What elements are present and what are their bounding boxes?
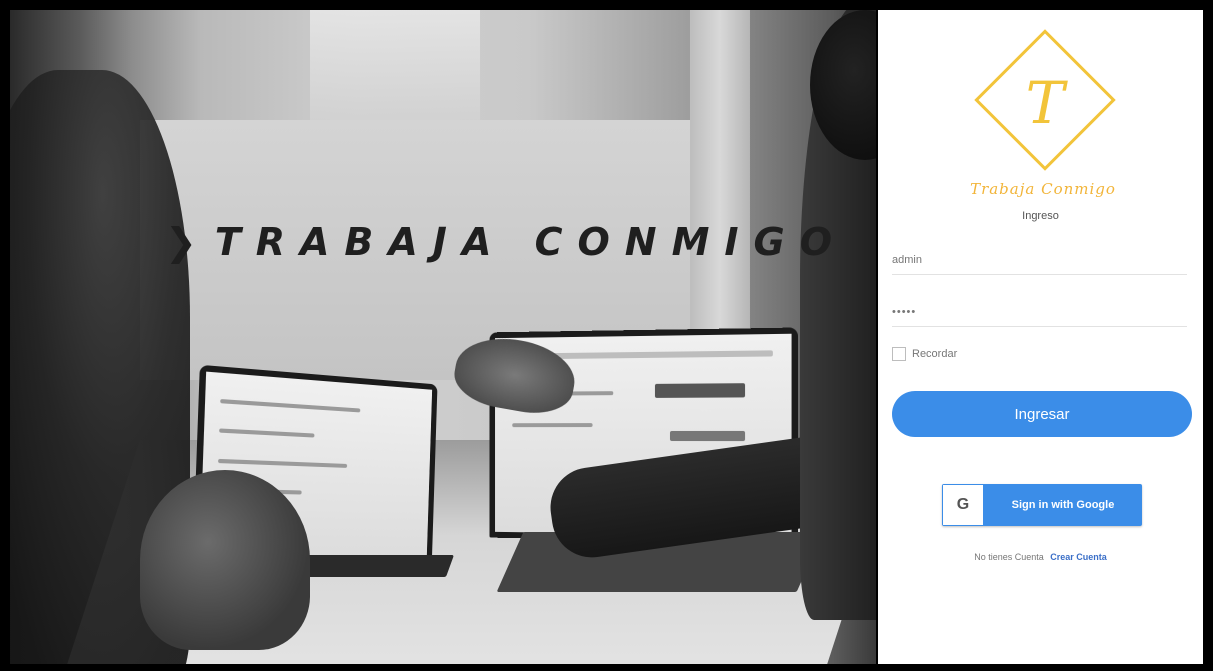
remember-checkbox[interactable] [892, 347, 906, 361]
remember-me[interactable]: Recordar [892, 347, 957, 361]
google-icon: G [943, 485, 983, 525]
person-left-arm [140, 470, 310, 650]
google-signin-button[interactable]: G Sign in with Google [942, 484, 1142, 526]
google-signin-label: Sign in with Google [984, 484, 1142, 526]
hero-title: ❯ TRABAJA CONMIGO [165, 220, 847, 264]
page-frame: ❯ TRABAJA CONMIGO T Trabaja Conmigo Ingre… [0, 0, 1213, 671]
hero-image: ❯ TRABAJA CONMIGO [10, 10, 876, 664]
create-account-link[interactable]: Crear Cuenta [1050, 552, 1107, 562]
form-subtitle: Ingreso [878, 210, 1203, 222]
hero-title-text: TRABAJA CONMIGO [215, 220, 847, 264]
background-pillar [690, 10, 750, 370]
logo-wordmark: Trabaja Conmigo [948, 180, 1138, 198]
login-panel: T Trabaja Conmigo Ingreso Recordar Ingre… [878, 10, 1203, 664]
no-account-text: No tienes Cuenta [974, 552, 1044, 562]
chevron-right-icon: ❯ [165, 220, 197, 264]
login-button[interactable]: Ingresar [892, 391, 1192, 437]
background-window [310, 10, 480, 120]
remember-label: Recordar [912, 348, 957, 360]
password-input[interactable] [892, 298, 1187, 327]
signup-row: No tienes Cuenta Crear Cuenta [878, 552, 1203, 562]
logo-letter: T [1020, 68, 1070, 138]
username-input[interactable] [892, 246, 1187, 275]
